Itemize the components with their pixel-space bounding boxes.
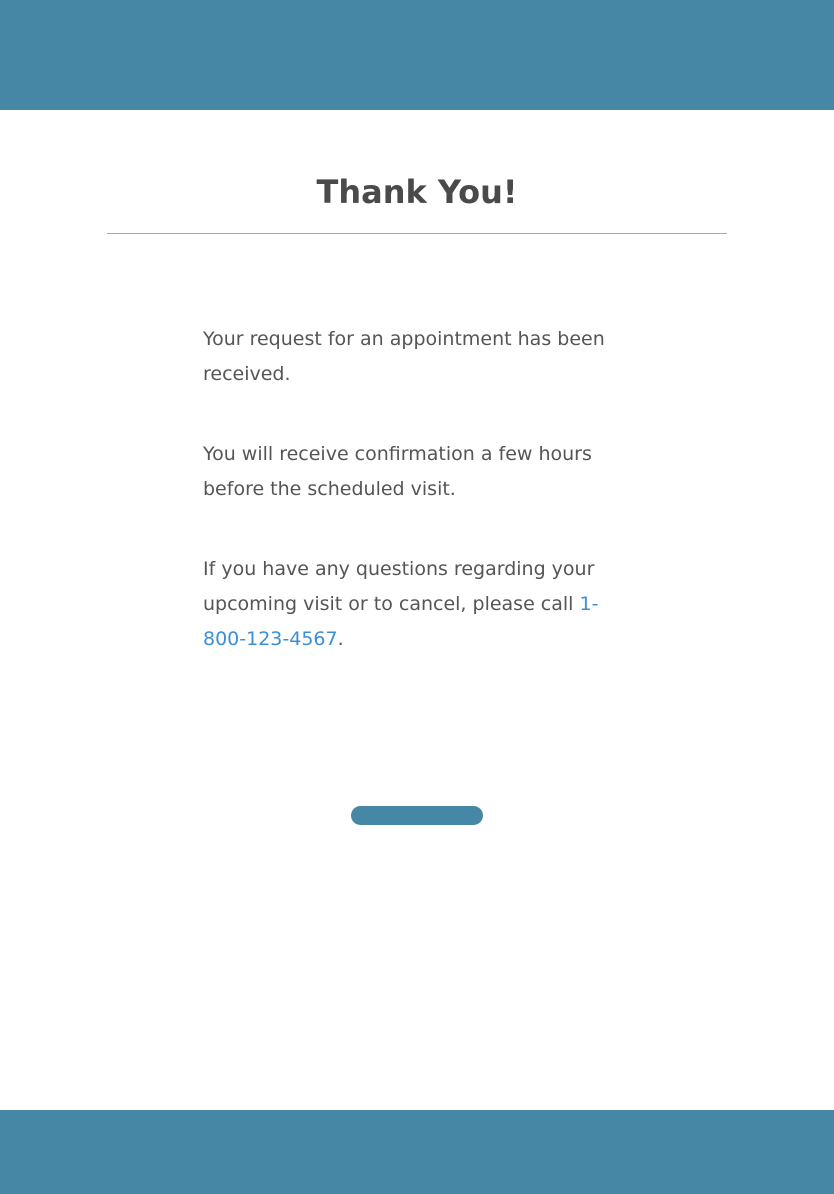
header-banner <box>0 0 834 110</box>
confirmation-message: You will receive confirmation a few hour… <box>203 443 592 500</box>
footer-banner <box>0 1110 834 1194</box>
request-received-message: Your request for an appointment has been… <box>203 328 605 385</box>
action-button[interactable] <box>351 806 483 825</box>
page-title: Thank You! <box>316 173 518 211</box>
questions-text: If you have any questions regarding your… <box>203 558 595 615</box>
title-divider <box>107 233 727 234</box>
questions-suffix: . <box>337 628 344 650</box>
questions-message: If you have any questions regarding your… <box>203 552 633 657</box>
